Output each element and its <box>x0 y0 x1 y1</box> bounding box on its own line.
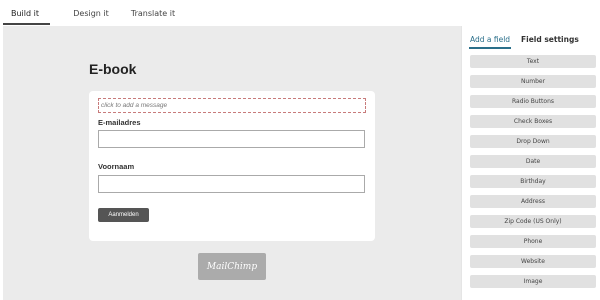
first-name-field-label[interactable]: Voornaam <box>98 162 134 171</box>
tab-translate-it[interactable]: Translate it <box>123 0 183 26</box>
add-field-website-button[interactable]: Website <box>470 255 596 268</box>
submit-button[interactable]: Aanmelden <box>98 208 149 222</box>
email-field[interactable] <box>98 130 365 148</box>
add-field-date-button[interactable]: Date <box>470 155 596 168</box>
add-field-zip-code-button[interactable]: Zip Code (US Only) <box>470 215 596 228</box>
add-field-drop-down-button[interactable]: Drop Down <box>470 135 596 148</box>
add-message-area[interactable]: click to add a message <box>98 98 366 113</box>
add-field-check-boxes-button[interactable]: Check Boxes <box>470 115 596 128</box>
form-preview-canvas: E-book click to add a message E-mailadre… <box>3 26 461 300</box>
mailchimp-badge: MailChimp <box>198 253 266 280</box>
add-field-number-button[interactable]: Number <box>470 75 596 88</box>
add-field-phone-button[interactable]: Phone <box>470 235 596 248</box>
form-card: click to add a message E-mailadres Voorn… <box>89 91 375 241</box>
form-title[interactable]: E-book <box>89 61 136 77</box>
tab-build-it[interactable]: Build it <box>0 0 50 26</box>
tab-field-settings[interactable]: Field settings <box>521 35 579 44</box>
add-field-image-button[interactable]: Image <box>470 275 596 288</box>
side-panel: Add a field Field settings Text Number Rad… <box>461 26 600 300</box>
top-tab-bar: Build it Design it Translate it <box>0 0 600 26</box>
tab-add-a-field[interactable]: Add a field <box>468 35 512 49</box>
add-field-address-button[interactable]: Address <box>470 195 596 208</box>
first-name-field[interactable] <box>98 175 365 193</box>
add-field-birthday-button[interactable]: Birthday <box>470 175 596 188</box>
tab-design-it[interactable]: Design it <box>63 0 119 26</box>
add-field-radio-buttons-button[interactable]: Radio Buttons <box>470 95 596 108</box>
add-field-text-button[interactable]: Text <box>470 55 596 68</box>
form-builder-app: Build it Design it Translate it E-book c… <box>0 0 600 300</box>
email-field-label[interactable]: E-mailadres <box>98 118 141 127</box>
